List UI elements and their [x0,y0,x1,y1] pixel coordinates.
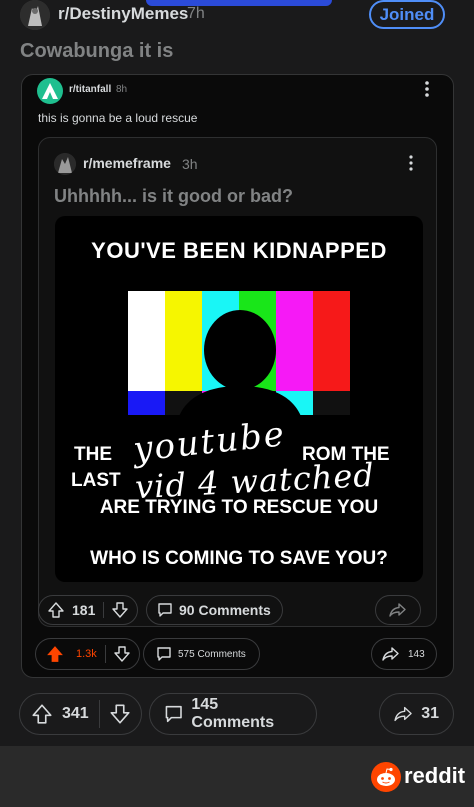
memeframe-avatar[interactable] [54,153,76,175]
share-icon [382,647,399,661]
outer-age: 7h [187,5,205,22]
crosspost-card[interactable]: r/titanfall 8h this is gonna be a loud r… [21,74,454,678]
outer-comments-button[interactable]: 145 Comments [149,693,317,735]
inner-upvote-button[interactable] [39,596,64,624]
middle-post-title[interactable]: this is gonna be a loud rescue [38,111,197,125]
inner-upvote-count: 181 [72,602,96,618]
outer-vote-pill: 341 [19,693,142,735]
middle-age: 8h [116,84,128,95]
comment-icon [165,705,182,723]
comment-icon [157,647,171,661]
middle-upvote-count: 1.3k [76,648,97,660]
footer-bar [0,746,474,807]
inner-post-title[interactable]: Uhhhhh... is it good or bad? [54,186,293,207]
destinymemes-avatar[interactable] [20,0,50,30]
outer-post-title[interactable]: Cowabunga it is [20,40,173,63]
reddit-logo-icon [371,762,401,792]
middle-downvote-button[interactable] [106,639,138,669]
meme-heading: YOU'VE BEEN KIDNAPPED [91,238,387,263]
inner-subreddit[interactable]: r/memeframe [83,155,171,171]
inner-age: 3h [182,156,198,172]
outer-subreddit[interactable]: r/DestinyMemes [58,4,188,24]
middle-comments-count: 575 Comments [178,648,246,660]
downvote-icon [112,602,129,618]
downvote-icon [114,646,130,662]
share-icon [389,603,406,617]
middle-share-count: 143 [408,648,425,660]
inner-vote-pill: 181 [38,595,138,625]
downvote-icon [110,704,130,724]
outer-share-button[interactable]: 31 [379,693,454,735]
upvote-filled-icon [47,646,63,662]
inner-comments-count: 90 Comments [179,602,271,618]
outer-upvote-count: 341 [62,705,89,722]
middle-more-icon[interactable] [420,80,434,98]
outer-share-count: 31 [421,705,439,722]
inner-downvote-button[interactable] [104,596,136,624]
reddit-wordmark: reddit [404,763,466,788]
share-icon [394,706,412,722]
middle-comments-button[interactable]: 575 Comments [143,638,260,670]
middle-subreddit[interactable]: r/titanfall [69,84,111,95]
comment-icon [158,603,172,617]
outer-upvote-button[interactable] [20,694,52,734]
upvote-icon [32,704,52,724]
meme-line4: WHO IS COMING TO SAVE YOU? [90,548,388,569]
middle-upvote-button[interactable] [36,639,64,669]
outer-downvote-button[interactable] [100,694,140,734]
middle-vote-pill: 1.3k [35,638,140,670]
middle-share-button[interactable]: 143 [371,638,437,670]
meme-image[interactable]: YOU'VE BEEN KIDNAPPED THE ROM THE LAST A… [55,216,423,582]
inner-comments-button[interactable]: 90 Comments [146,595,283,625]
join-button[interactable]: Joined [369,0,445,29]
join-label: Joined [379,4,435,24]
outer-comments-count: 145 Comments [191,696,275,731]
meme-line1-left: THE [74,444,112,465]
inner-more-icon[interactable] [405,154,417,172]
upvote-icon [48,602,64,618]
titanfall-icon[interactable] [37,78,63,104]
inner-crosspost-card[interactable]: r/memeframe 3h Uhhhhh... is it good or b… [38,137,437,627]
inner-share-button[interactable] [375,595,421,625]
meme-line2-left: LAST [71,470,121,491]
